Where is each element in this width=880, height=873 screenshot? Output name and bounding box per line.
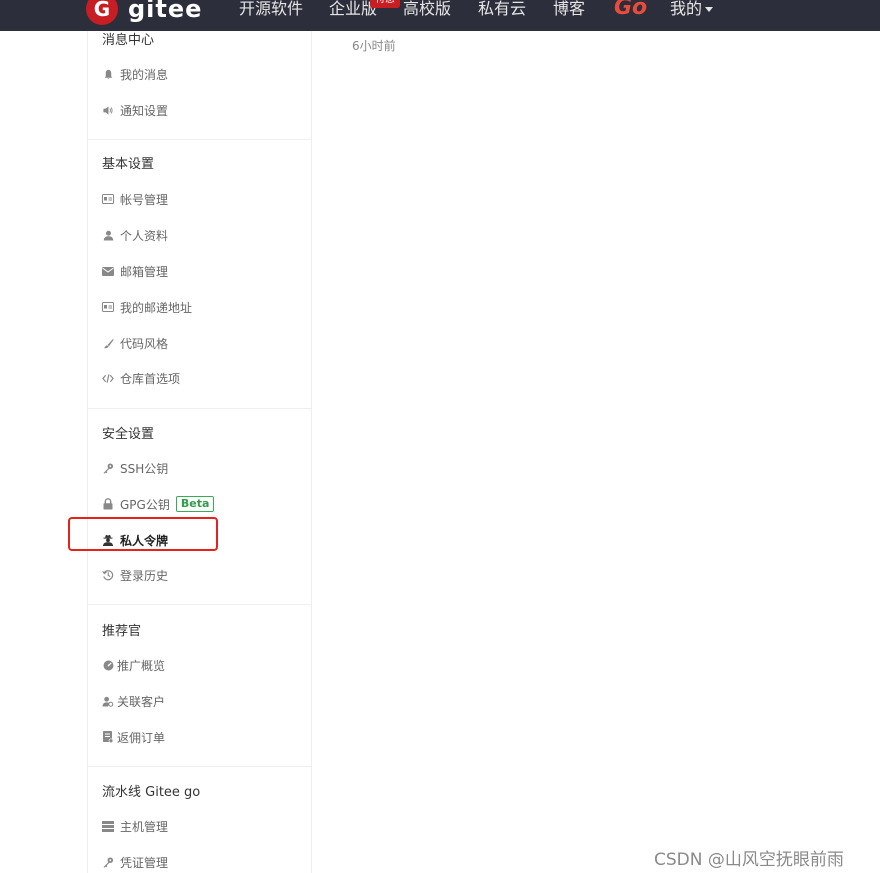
caret-down-icon [705,7,714,12]
dashboard-icon [102,659,114,671]
paintbrush-icon [102,337,114,349]
sidebar-item-label: 帐号管理 [120,192,169,207]
nav-mine-label: 我的 [670,0,703,18]
id-card-icon [102,193,114,205]
key-icon [102,462,114,474]
sidebar-item-promotion-overview[interactable]: 推广概览 [102,656,165,674]
sidebar-item-label: GPG公钥 [120,497,170,512]
nav-item-open-source[interactable]: 开源软件 [239,0,303,20]
sidebar-item-label: 关联客户 [117,694,166,709]
address-card-icon [102,301,114,313]
sidebar-item-account[interactable]: 帐号管理 [102,190,168,208]
section-title-referral: 推荐官 [102,624,142,639]
section-divider [88,408,311,409]
section-divider [88,604,311,605]
sidebar-item-label: 登录历史 [120,568,169,583]
promo-badge: 特惠 [370,0,400,8]
bell-icon [102,68,114,80]
sidebar-item-label: SSH公钥 [120,461,169,476]
sidebar-item-repo-preferences[interactable]: 仓库首选项 [102,369,180,387]
sidebar-item-gpg-keys[interactable]: GPG公钥 Beta [102,495,215,513]
nav-item-gitee-go[interactable]: Go [614,0,647,21]
sidebar-item-email[interactable]: 邮箱管理 [102,262,168,280]
sidebar-item-commission-orders[interactable]: 返佣订单 [102,728,165,746]
lock-icon [102,498,114,510]
envelope-icon [102,265,114,277]
sidebar-item-notification-settings[interactable]: 通知设置 [102,101,168,119]
relative-timestamp: 6小时前 [352,39,396,53]
order-icon [102,731,114,743]
nav-item-mine[interactable]: 我的 [670,0,714,20]
gitee-logo-icon [86,0,118,25]
section-divider [88,139,311,140]
beta-badge: Beta [175,496,215,512]
sidebar-item-host-management[interactable]: 主机管理 [102,817,168,835]
user-icon [102,229,114,241]
nav-item-private-cloud[interactable]: 私有云 [478,0,526,20]
user-link-icon [102,695,114,707]
gitee-logo[interactable]: gitee [86,0,202,26]
sidebar-item-mailing-address[interactable]: 我的邮递地址 [102,298,192,316]
sidebar-item-label: 推广概览 [117,658,166,673]
csdn-watermark: CSDN @山风空抚眼前雨 [654,850,844,870]
sidebar-item-label: 凭证管理 [120,855,169,870]
section-title-messages: 消息中心 [102,33,155,48]
sidebar-item-label: 主机管理 [120,819,169,834]
sidebar-item-profile[interactable]: 个人资料 [102,226,168,244]
sidebar-item-label: 我的邮递地址 [120,300,193,315]
history-icon [102,569,114,581]
nav-item-education[interactable]: 高校版 [403,0,451,20]
section-divider [88,766,311,767]
settings-sidebar: 消息中心 我的消息 通知设置 基本设置 帐号管理 个人资料 邮箱管理 我的邮递地… [87,31,312,873]
sidebar-item-ssh-keys[interactable]: SSH公钥 [102,459,168,477]
logo-text: gitee [128,0,203,23]
top-nav: gitee 开源软件 企业版 特惠 高校版 私有云 博客 Go 我的 [0,0,880,31]
sidebar-item-label: 个人资料 [120,228,169,243]
sidebar-item-linked-customers[interactable]: 关联客户 [102,692,165,710]
sidebar-item-label: 邮箱管理 [120,264,169,279]
section-title-security-settings: 安全设置 [102,427,155,442]
sidebar-item-login-history[interactable]: 登录历史 [102,566,168,584]
annotation-highlight-box [68,517,218,551]
sidebar-item-my-messages[interactable]: 我的消息 [102,65,168,83]
sidebar-item-label: 我的消息 [120,67,169,82]
nav-item-blog[interactable]: 博客 [553,0,585,20]
speaker-icon [102,104,114,116]
server-icon [102,820,114,832]
sidebar-item-credential-management[interactable]: 凭证管理 [102,853,168,871]
sidebar-item-label: 代码风格 [120,336,169,351]
sidebar-item-code-style[interactable]: 代码风格 [102,334,168,352]
key-icon [102,856,114,868]
code-icon [102,372,114,384]
section-title-basic-settings: 基本设置 [102,157,155,172]
section-title-pipeline: 流水线 Gitee go [102,785,201,800]
sidebar-item-label: 返佣订单 [117,730,166,745]
sidebar-item-label: 通知设置 [120,103,169,118]
sidebar-item-label: 仓库首选项 [120,371,181,386]
